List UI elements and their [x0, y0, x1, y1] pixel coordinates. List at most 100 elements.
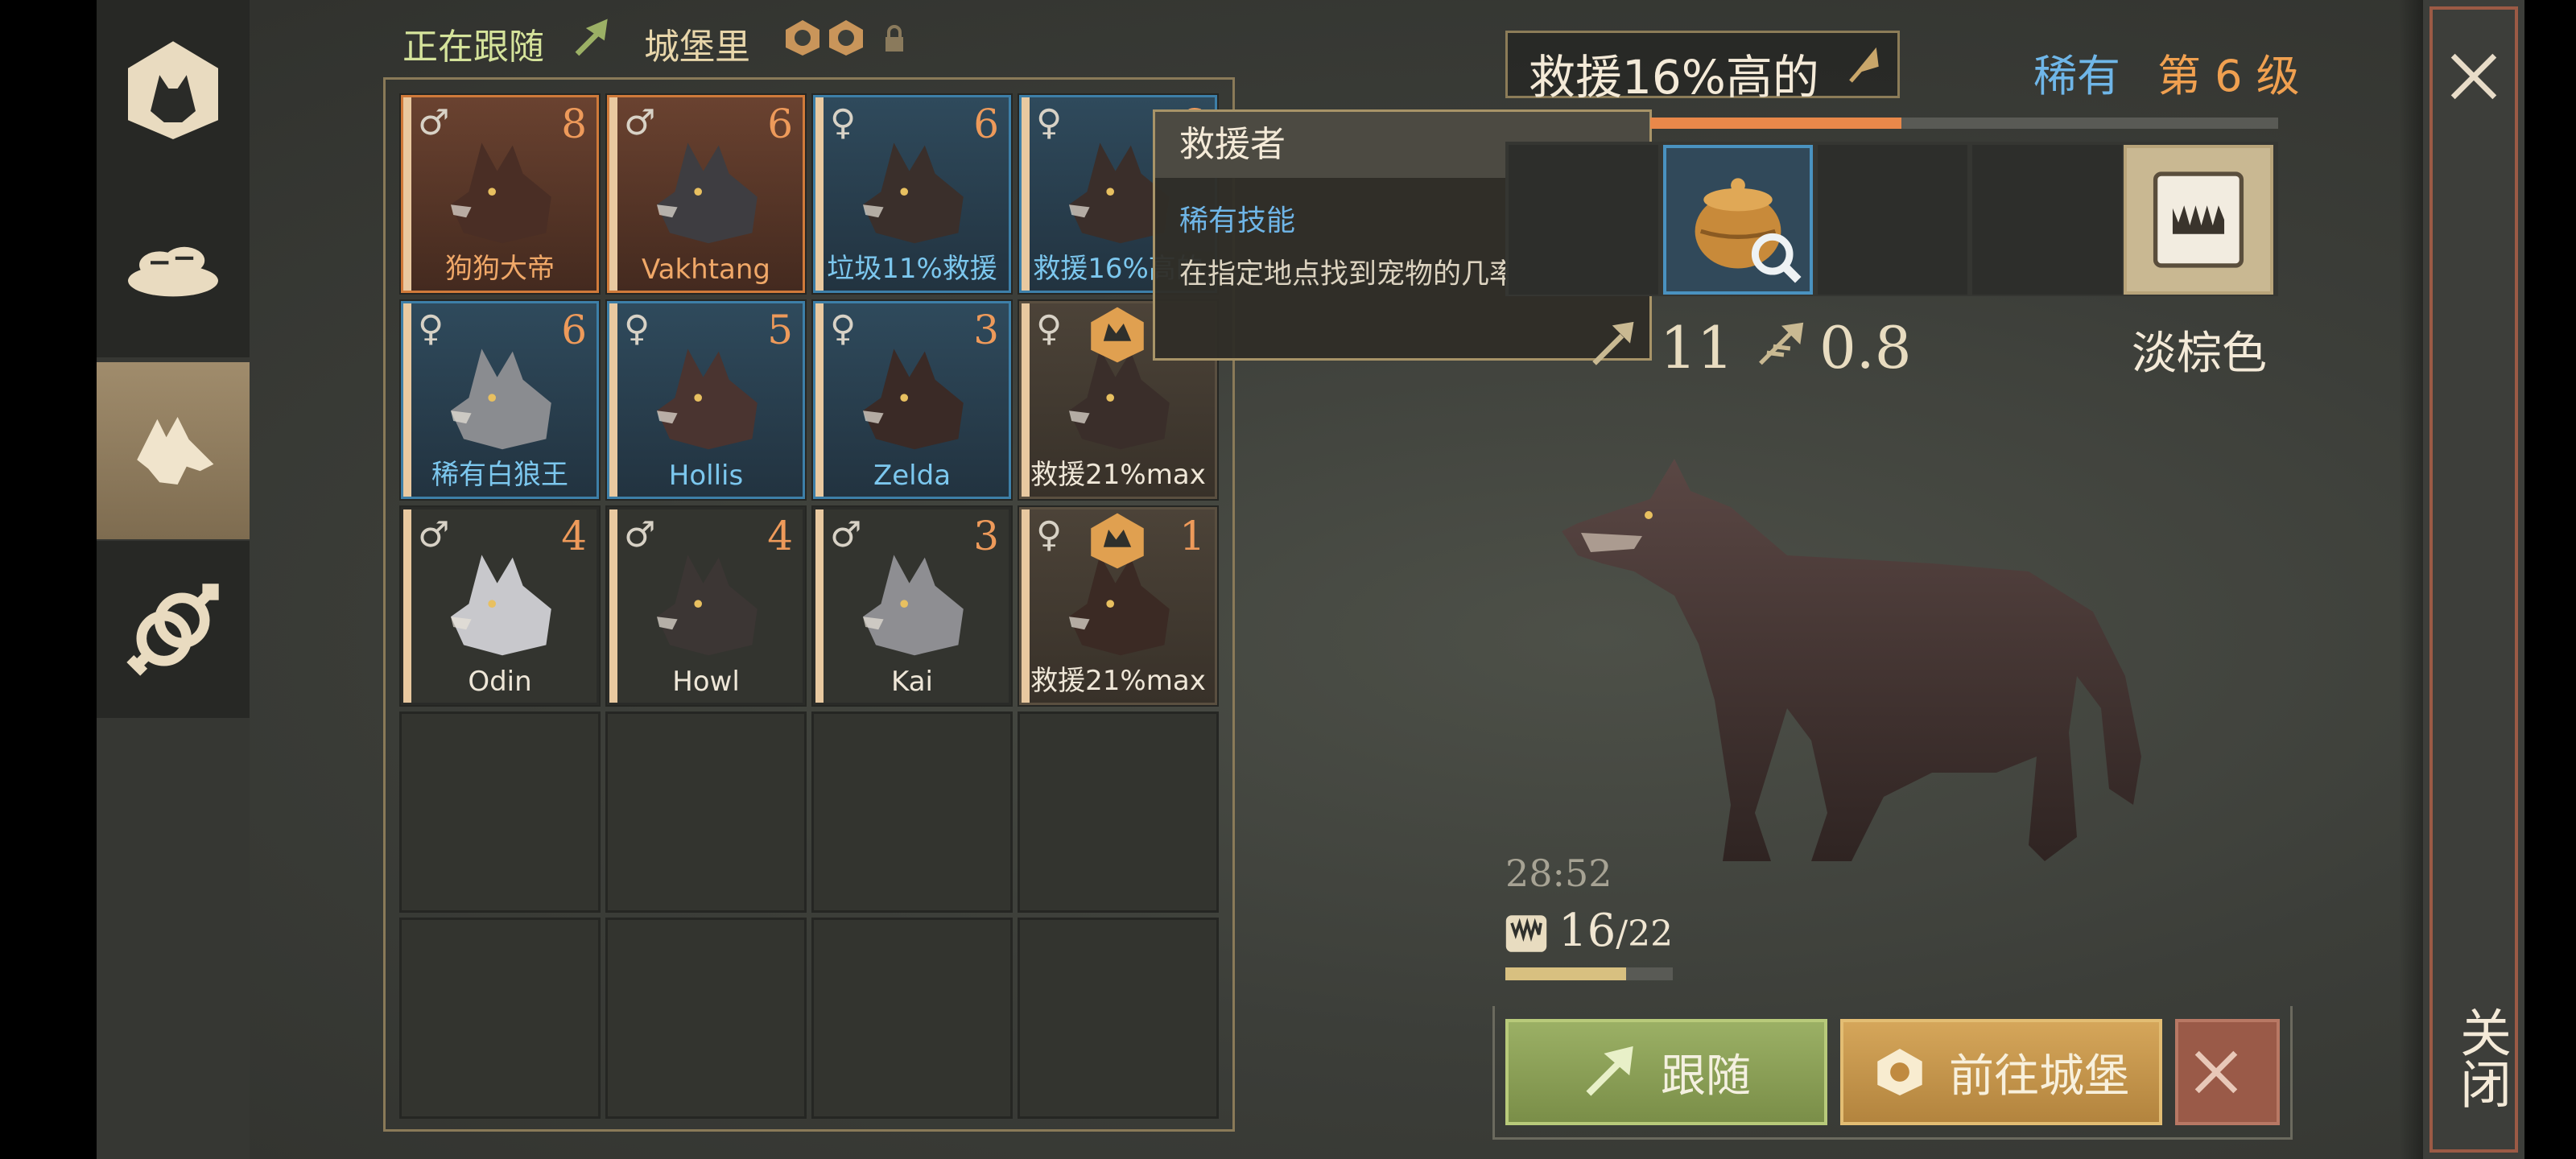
skill-slot-3[interactable]: [1818, 145, 1967, 295]
pet-slot[interactable]: ♀ 5 Hollis: [605, 299, 807, 501]
pet-card[interactable]: ♀ 6 稀有白狼王: [401, 301, 599, 499]
gender-symbols-icon: [126, 584, 219, 676]
skill-slots: [1505, 142, 2278, 296]
pet-slot[interactable]: ♂ 3 Kai: [811, 505, 1013, 707]
pet-level-badge: 6: [767, 101, 793, 147]
pet-name: 救援16%高的: [1529, 50, 1819, 105]
wolf-badge-icon: [128, 41, 218, 140]
wolf-model: [1562, 459, 2141, 861]
wolf-portrait-icon: [451, 555, 551, 656]
wolf-portrait-icon: [657, 142, 758, 244]
empty-slot: [1018, 918, 1219, 1119]
pet-card[interactable]: ♀ 1 救援21%max: [1019, 507, 1217, 705]
pet-card[interactable]: ♂ 8 狗狗大帝: [401, 95, 599, 293]
pet-card[interactable]: ♀ 5 Hollis: [607, 301, 805, 499]
pet-name-label: 垃圾11%救援: [827, 253, 997, 285]
speed-stat-icon: [1759, 322, 1804, 365]
lock-icon: [886, 25, 903, 52]
castle-badge-icon: [1091, 307, 1144, 363]
pet-slot[interactable]: ♂ 4 Howl: [605, 505, 807, 707]
follow-button[interactable]: 跟随: [1505, 1019, 1827, 1125]
pet-slot[interactable]: ♀ 6 垃圾11%救援: [811, 93, 1013, 295]
panel-shadow: [2399, 0, 2423, 1159]
gender-icon: ♀: [624, 308, 650, 349]
pet-name-label: Hollis: [668, 460, 744, 492]
castle-icon: [1877, 1048, 1922, 1096]
pet-slot[interactable]: ♂ 4 Odin: [399, 505, 601, 707]
nav-tab-food[interactable]: [97, 177, 250, 357]
pet-name-label: Howl: [672, 666, 740, 698]
stat-b-value: 0.8: [1819, 314, 1912, 382]
pet-name-label: Odin: [468, 666, 532, 698]
skill-book-icon: [2153, 171, 2244, 268]
pet-card[interactable]: ♂ 4 Howl: [607, 507, 805, 705]
rename-feather-icon[interactable]: [1843, 46, 1883, 86]
pet-slot[interactable]: ♀ 6 稀有白狼王: [399, 299, 601, 501]
pet-card[interactable]: ♀ 3 Zelda: [813, 301, 1011, 499]
pet-slot[interactable]: ♂ 8 狗狗大帝: [399, 93, 601, 295]
pet-level-badge: 4: [767, 513, 793, 559]
close-label[interactable]: 关闭: [2429, 1006, 2518, 1109]
empty-slot: [811, 711, 1013, 913]
pet-slot[interactable]: ♀ 3 Zelda: [811, 299, 1013, 501]
gender-icon: ♂: [418, 514, 450, 555]
release-pet-button[interactable]: [2175, 1019, 2280, 1125]
pet-name-label: Kai: [891, 666, 933, 698]
pet-name-box[interactable]: 救援16%高的: [1505, 31, 1900, 105]
skill-slot-1[interactable]: [1509, 145, 1658, 295]
bite-count-value: 16: [1558, 905, 1616, 957]
wolf-portrait-icon: [657, 349, 758, 450]
pet-name-label: 救援21%max: [1030, 459, 1206, 491]
skill-slot-2[interactable]: [1663, 145, 1813, 295]
close-icon[interactable]: [2439, 42, 2508, 111]
gender-icon: ♂: [418, 102, 450, 143]
game-screen: 正在跟随 城堡里 ♂ 8 狗狗大帝 ♂ 6 Vakhtang ♀ 6 垃圾11%救援 ♀ 6 救援16…: [0, 0, 2576, 1159]
gender-icon: ♀: [830, 102, 857, 143]
go-to-castle-button[interactable]: 前往城堡: [1840, 1019, 2162, 1125]
pet-level-badge: 1: [1179, 513, 1205, 559]
empty-slot: [605, 918, 807, 1119]
pet-level-badge: 6: [973, 101, 999, 147]
nav-tab-breeding[interactable]: [97, 541, 250, 718]
gender-icon: ♂: [624, 102, 656, 143]
nav-tab-pets[interactable]: [97, 362, 250, 539]
bite-bar-fill: [1505, 967, 1626, 980]
follow-leash-icon: [575, 19, 608, 56]
rescue-pot-icon: [1695, 178, 1802, 283]
pet-level-badge: 3: [973, 513, 999, 559]
pet-slot[interactable]: ♀ 1 救援21%max: [1018, 505, 1219, 707]
pet-level-badge: 4: [561, 513, 587, 559]
skill-book-slot[interactable]: [2124, 145, 2273, 295]
fur-color-name: 淡棕色: [2132, 328, 2267, 380]
following-tab-label[interactable]: 正在跟随: [402, 18, 544, 69]
castle-slot-icon: [829, 20, 863, 56]
close-column[interactable]: 关闭: [2423, 0, 2524, 1159]
empty-slot: [605, 711, 807, 913]
castle-tab-label[interactable]: 城堡里: [644, 18, 750, 69]
close-column-border: [2429, 6, 2518, 1153]
castle-button-label: 前往城堡: [1949, 1050, 2129, 1103]
pet-card[interactable]: ♀ 6 垃圾11%救援: [813, 95, 1011, 293]
wolf-portrait-icon: [657, 555, 758, 656]
tooltip-rarity: 稀有技能: [1179, 204, 1296, 237]
pet-name-label: Vakhtang: [642, 254, 770, 286]
pet-level-badge: 5: [767, 307, 793, 353]
pet-card[interactable]: ♂ 4 Odin: [401, 507, 599, 705]
bite-count: 16/22: [1558, 905, 1673, 957]
nav-tab-wolf[interactable]: [97, 0, 250, 177]
gender-icon: ♀: [1036, 514, 1063, 555]
pet-card[interactable]: ♂ 3 Kai: [813, 507, 1011, 705]
bite-count-max: /22: [1616, 914, 1674, 955]
gender-icon: ♀: [1036, 308, 1063, 349]
pet-name-label: 稀有白狼王: [431, 459, 568, 491]
wolf-portrait-icon: [863, 349, 964, 450]
xp-bar-fill: [1650, 118, 1901, 129]
gender-icon: ♂: [624, 514, 656, 555]
pet-name-label: 救援21%max: [1030, 665, 1206, 697]
wolf-portrait-icon: [863, 555, 964, 656]
pet-slot[interactable]: ♂ 6 Vakhtang: [605, 93, 807, 295]
skill-slot-4[interactable]: [1972, 145, 2122, 295]
pet-level: 第 6 级: [2157, 51, 2300, 101]
pet-card[interactable]: ♂ 6 Vakhtang: [607, 95, 805, 293]
gender-icon: ♀: [1036, 102, 1063, 143]
